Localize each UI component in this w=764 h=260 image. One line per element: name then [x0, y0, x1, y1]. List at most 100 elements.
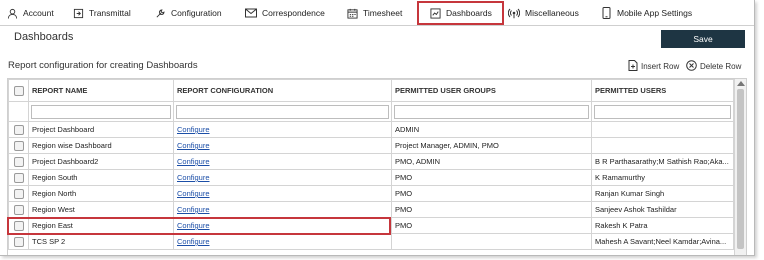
wrench-icon	[154, 7, 166, 19]
report-configuration-filter-input[interactable]	[176, 104, 389, 119]
user-groups-cell[interactable]	[391, 233, 592, 250]
column-header-permitted-user-groups[interactable]: PERMITTED USER GROUPS	[391, 79, 592, 102]
insert-row-button[interactable]: Insert Row	[628, 60, 679, 73]
column-header-permitted-users[interactable]: PERMITTED USERS	[591, 79, 734, 102]
row-checkbox[interactable]	[13, 220, 24, 231]
configure-link[interactable]: Configure	[177, 157, 210, 166]
report-name-cell[interactable]: Project Dashboard2	[28, 153, 174, 170]
users-cell[interactable]: Ranjan Kumar Singh	[591, 185, 734, 202]
row-select-cell[interactable]	[8, 153, 29, 170]
row-select-cell[interactable]	[8, 169, 29, 186]
user-groups-cell[interactable]: PMO	[391, 185, 592, 202]
user-groups-cell[interactable]: Project Manager, ADMIN, PMO	[391, 137, 592, 154]
scrollbar-thumb[interactable]	[737, 89, 744, 249]
configure-link[interactable]: Configure	[177, 125, 210, 134]
table-row[interactable]: Region East Configure PMO Rakesh K Patra	[8, 217, 734, 234]
user-groups-cell[interactable]: PMO	[391, 201, 592, 218]
delete-row-label: Delete Row	[700, 62, 742, 71]
tab-mobile-app-settings[interactable]: Mobile App Settings	[600, 3, 692, 23]
report-name-cell[interactable]: Region North	[28, 185, 174, 202]
row-select-cell[interactable]	[8, 201, 29, 218]
configure-link[interactable]: Configure	[177, 189, 210, 198]
row-checkbox[interactable]	[13, 140, 24, 151]
user-groups-cell[interactable]: PMO, ADMIN	[391, 153, 592, 170]
mail-icon	[245, 7, 257, 19]
row-checkbox[interactable]	[13, 172, 24, 183]
row-select-cell[interactable]	[8, 233, 29, 250]
tab-configuration[interactable]: Configuration	[154, 3, 222, 23]
report-name-cell[interactable]: Region wise Dashboard	[28, 137, 174, 154]
tab-miscellaneous[interactable]: Miscellaneous	[508, 3, 579, 23]
report-name-cell[interactable]: Region West	[28, 201, 174, 218]
scroll-up-arrow-icon[interactable]	[737, 81, 745, 86]
reports-table: REPORT NAME REPORT CONFIGURATION PERMITT…	[8, 79, 734, 250]
mobile-icon	[600, 7, 612, 19]
tab-correspondence[interactable]: Correspondence	[245, 3, 325, 23]
row-select-cell[interactable]	[8, 217, 29, 234]
row-select-cell[interactable]	[8, 137, 29, 154]
row-select-cell[interactable]	[8, 185, 29, 202]
filter-cell	[391, 101, 592, 122]
user-groups-cell[interactable]: PMO	[391, 169, 592, 186]
table-row[interactable]: Region South Configure PMO K Ramamurthy	[8, 169, 734, 186]
table-row[interactable]: Region wise Dashboard Configure Project …	[8, 137, 734, 154]
column-header-report-name[interactable]: REPORT NAME	[28, 79, 174, 102]
user-groups-cell[interactable]: ADMIN	[391, 121, 592, 138]
save-button[interactable]: Save	[661, 30, 745, 48]
reports-grid: REPORT NAME REPORT CONFIGURATION PERMITT…	[7, 78, 747, 255]
tab-label: Miscellaneous	[525, 8, 579, 18]
table-row[interactable]: Project Dashboard Configure ADMIN	[8, 121, 734, 138]
user-groups-filter-input[interactable]	[394, 104, 589, 119]
users-cell[interactable]: B R Parthasarathy;M Sathish Rao;Aka...	[591, 153, 734, 170]
configure-link[interactable]: Configure	[177, 205, 210, 214]
users-cell[interactable]: Sanjeev Ashok Tashildar	[591, 201, 734, 218]
tab-account[interactable]: Account	[6, 3, 54, 23]
table-row[interactable]: TCS SP 2 Configure Mahesh A Savant;Neel …	[8, 233, 734, 250]
user-groups-cell[interactable]: PMO	[391, 217, 592, 234]
dashboard-icon	[429, 7, 441, 19]
table-row[interactable]: Region North Configure PMO Ranjan Kumar …	[8, 185, 734, 202]
users-filter-input[interactable]	[594, 104, 731, 119]
tab-label: Transmittal	[89, 8, 131, 18]
calendar-icon	[346, 7, 358, 19]
user-icon	[6, 7, 18, 19]
report-name-cell[interactable]: Region South	[28, 169, 174, 186]
select-all-checkbox[interactable]	[13, 85, 24, 96]
report-name-filter-input[interactable]	[31, 104, 171, 119]
select-all-cell[interactable]	[8, 79, 29, 102]
row-checkbox[interactable]	[13, 124, 24, 135]
users-cell[interactable]: K Ramamurthy	[591, 169, 734, 186]
tab-transmittal[interactable]: Transmittal	[72, 3, 131, 23]
tab-dashboards[interactable]: Dashboards	[417, 1, 504, 25]
configure-link[interactable]: Configure	[177, 237, 210, 246]
row-checkbox[interactable]	[13, 156, 24, 167]
delete-row-icon	[686, 60, 697, 73]
filter-cell	[28, 101, 174, 122]
users-cell[interactable]	[591, 121, 734, 138]
column-header-report-configuration[interactable]: REPORT CONFIGURATION	[173, 79, 392, 102]
configuration-cell: Configure	[173, 233, 392, 250]
report-name-cell[interactable]: Region East	[28, 217, 174, 234]
vertical-scrollbar[interactable]	[734, 79, 746, 255]
row-select-cell[interactable]	[8, 121, 29, 138]
row-checkbox[interactable]	[13, 204, 24, 215]
transmittal-icon	[72, 7, 84, 19]
table-row[interactable]: Project Dashboard2 Configure PMO, ADMIN …	[8, 153, 734, 170]
table-row[interactable]: Region West Configure PMO Sanjeev Ashok …	[8, 201, 734, 218]
tab-timesheet[interactable]: Timesheet	[346, 3, 402, 23]
insert-row-icon	[628, 60, 638, 73]
delete-row-button[interactable]: Delete Row	[686, 60, 741, 73]
configure-link[interactable]: Configure	[177, 141, 210, 150]
tab-label: Correspondence	[262, 8, 325, 18]
report-name-cell[interactable]: TCS SP 2	[28, 233, 174, 250]
row-checkbox[interactable]	[13, 236, 24, 247]
users-cell[interactable]: Mahesh A Savant;Neel Kamdar;Avina...	[591, 233, 734, 250]
row-checkbox[interactable]	[13, 188, 24, 199]
users-cell[interactable]: Rakesh K Patra	[591, 217, 734, 234]
configure-link[interactable]: Configure	[177, 173, 210, 182]
configuration-cell: Configure	[173, 217, 392, 234]
report-name-cell[interactable]: Project Dashboard	[28, 121, 174, 138]
page-title: Dashboards	[14, 31, 74, 43]
configure-link[interactable]: Configure	[177, 221, 210, 230]
users-cell[interactable]	[591, 137, 734, 154]
